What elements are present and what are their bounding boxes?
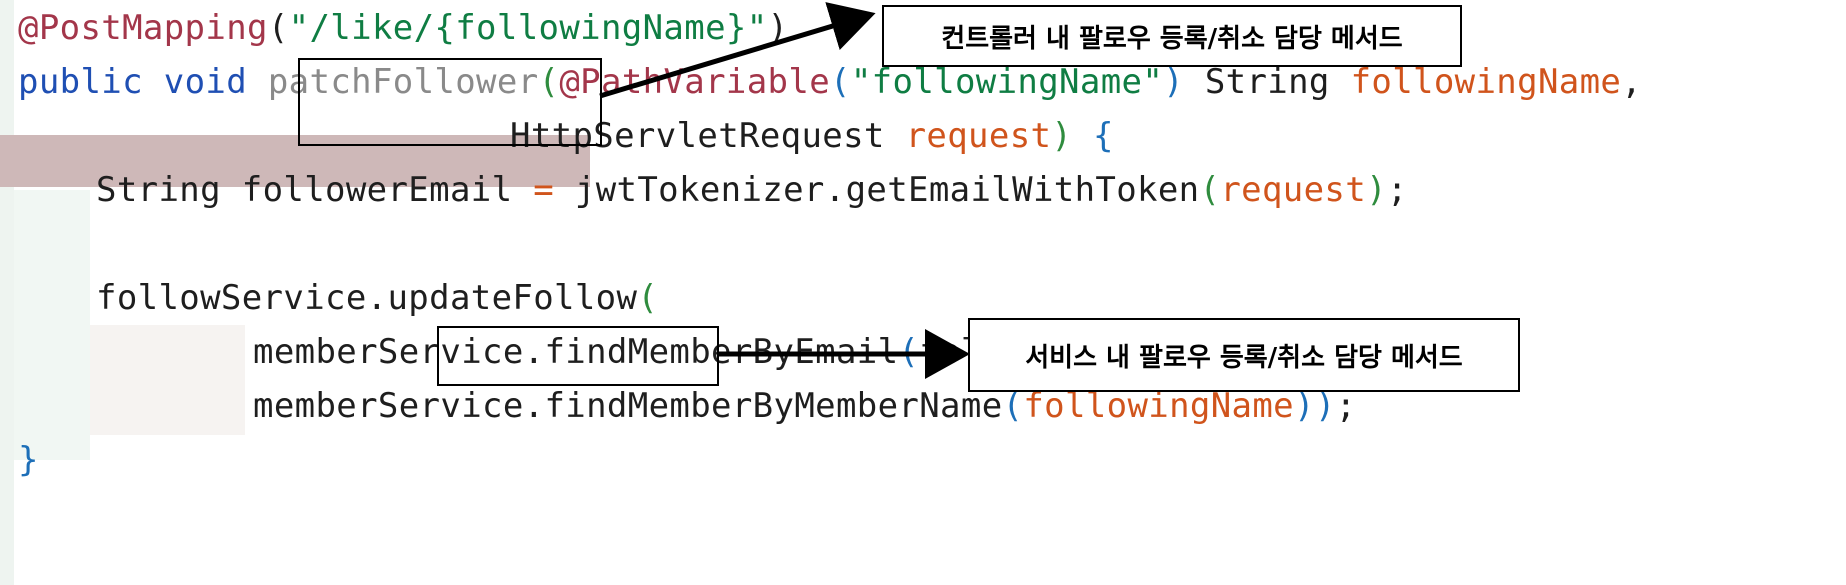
controller-method-label: 컨트롤러 내 팔로우 등록/취소 담당 메서드 <box>882 5 1462 67</box>
service-method-label: 서비스 내 팔로우 등록/취소 담당 메서드 <box>968 318 1520 392</box>
annotation-arrows <box>599 2 970 379</box>
controller-arrow <box>599 2 876 99</box>
